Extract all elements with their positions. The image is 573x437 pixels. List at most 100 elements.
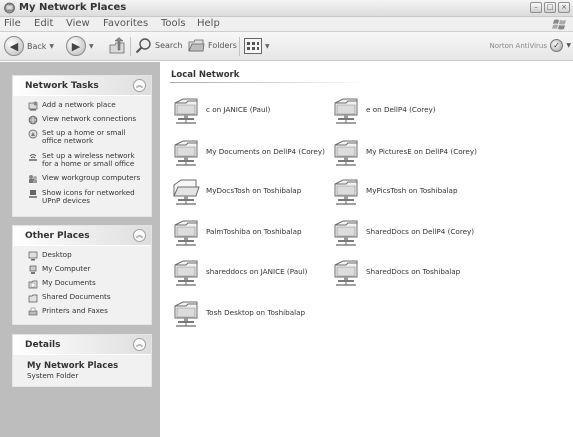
toolbar: ◀ Back ▼ ▶ ▼ Search Folders ▼ Norton Ant… xyxy=(0,32,573,61)
search-button[interactable]: Search xyxy=(135,37,182,54)
place-my-documents[interactable]: My Documents xyxy=(28,279,96,289)
collapse-chevron-icon[interactable]: ︽ xyxy=(133,229,146,242)
place-shared-documents[interactable]: Shared Documents xyxy=(28,293,111,303)
task-label: Set up a wireless network for a home or … xyxy=(42,151,135,168)
norton-dropdown-icon[interactable]: ▼ xyxy=(566,42,571,49)
network-share-icon xyxy=(334,220,358,246)
network-share-item[interactable]: PalmToshiba on Toshibalap xyxy=(172,216,302,246)
close-button[interactable]: × xyxy=(558,2,570,13)
share-label: My PicturesE on DellP4 (Corey) xyxy=(366,146,477,156)
minimize-button[interactable]: – xyxy=(530,2,542,13)
network-share-item[interactable]: Tosh Desktop on Toshibalap xyxy=(172,297,305,327)
add-network-place-icon xyxy=(28,101,38,111)
network-share-icon xyxy=(334,260,358,286)
network-share-icon xyxy=(174,260,198,286)
network-share-item[interactable]: shareddocs on JANICE (Paul) xyxy=(172,256,308,286)
details-item-name: My Network Places xyxy=(27,361,119,371)
task-view-network-connections[interactable]: View network connections xyxy=(28,115,136,125)
network-tasks-panel: Network Tasks ︽ Add a network place View… xyxy=(12,75,152,217)
norton-antivirus-icon[interactable]: ✓ xyxy=(550,39,563,52)
share-label: My Documents on DellP4 (Corey) xyxy=(206,146,325,156)
my-computer-icon xyxy=(29,265,37,274)
section-divider xyxy=(170,82,370,83)
collapse-chevron-icon[interactable]: ︽ xyxy=(133,338,146,351)
network-share-item[interactable]: c on JANICE (Paul) xyxy=(172,94,270,124)
details-item-type: System Folder xyxy=(27,371,79,380)
network-share-item[interactable]: My PicturesE on DellP4 (Corey) xyxy=(332,136,477,166)
other-places-title: Other Places xyxy=(25,231,90,241)
network-share-icon xyxy=(174,98,198,124)
task-show-upnp[interactable]: Show icons for networked UPnP devices xyxy=(28,189,140,205)
search-icon xyxy=(135,38,151,54)
menu-help[interactable]: Help xyxy=(197,18,220,29)
network-share-item[interactable]: My Documents on DellP4 (Corey) xyxy=(172,136,325,166)
wireless-network-icon xyxy=(29,154,37,161)
network-share-icon xyxy=(334,98,358,124)
share-label: MyPicsTosh on Toshibalap xyxy=(366,185,458,195)
menu-view[interactable]: View xyxy=(66,18,90,29)
menu-edit[interactable]: Edit xyxy=(34,18,53,29)
norton-antivirus-label[interactable]: Norton AntiVirus xyxy=(489,42,547,50)
folders-label: Folders xyxy=(208,41,237,50)
place-my-computer[interactable]: My Computer xyxy=(28,265,90,275)
task-home-network[interactable]: Set up a home or small office network xyxy=(28,129,138,145)
back-dropdown-icon[interactable]: ▼ xyxy=(49,43,54,50)
place-desktop[interactable]: Desktop xyxy=(28,251,72,261)
share-label: Tosh Desktop on Toshibalap xyxy=(206,307,306,317)
network-connections-icon xyxy=(28,115,38,125)
task-label: Set up a home or small office network xyxy=(42,128,126,145)
task-wireless-network[interactable]: Set up a wireless network for a home or … xyxy=(28,152,140,168)
workgroup-icon xyxy=(29,175,37,183)
other-places-header[interactable]: Other Places ︽ xyxy=(13,226,151,246)
collapse-chevron-icon[interactable]: ︽ xyxy=(133,79,146,92)
network-share-item[interactable]: SharedDocs on Toshibalap xyxy=(332,256,460,286)
search-label: Search xyxy=(155,41,183,50)
task-add-network-place[interactable]: Add a network place xyxy=(28,101,116,111)
views-dropdown-icon: ▼ xyxy=(265,42,270,50)
title-bar[interactable]: My Network Places – □ × xyxy=(0,0,573,17)
network-tasks-header[interactable]: Network Tasks ︽ xyxy=(13,76,151,96)
share-label: e on DellP4 (Corey) xyxy=(366,104,436,114)
shared-documents-icon xyxy=(28,294,38,303)
main-content: Local Network c on JANICE (Paul) e on De… xyxy=(160,62,573,437)
network-share-item[interactable]: MyPicsTosh on Toshibalap xyxy=(332,175,458,205)
details-header[interactable]: Details ︽ xyxy=(13,335,151,355)
place-label: Desktop xyxy=(42,250,72,259)
network-share-item[interactable]: e on DellP4 (Corey) xyxy=(332,94,436,124)
place-printers-faxes[interactable]: Printers and Faxes xyxy=(28,307,108,317)
menu-favorites[interactable]: Favorites xyxy=(103,18,148,29)
network-share-item[interactable]: MyDocsTosh on Toshibalap xyxy=(172,175,301,205)
details-title: Details xyxy=(25,340,61,350)
windows-logo-icon xyxy=(552,19,566,30)
place-label: My Computer xyxy=(42,264,91,273)
share-label: c on JANICE (Paul) xyxy=(206,104,271,114)
menu-file[interactable]: File xyxy=(4,18,21,29)
folders-icon xyxy=(188,39,205,52)
network-share-icon xyxy=(174,301,198,327)
task-label: Add a network place xyxy=(42,100,116,109)
maximize-button[interactable]: □ xyxy=(544,2,556,13)
share-label: SharedDocs on Toshibalap xyxy=(366,266,461,276)
network-places-icon xyxy=(4,2,15,14)
task-pane: Network Tasks ︽ Add a network place View… xyxy=(0,62,160,437)
my-documents-icon xyxy=(28,280,38,289)
menu-tools[interactable]: Tools xyxy=(161,18,186,29)
share-label: MyDocsTosh on Toshibalap xyxy=(206,185,302,195)
task-view-workgroup[interactable]: View workgroup computers xyxy=(28,174,140,184)
other-places-panel: Other Places ︽ Desktop My Computer My Do… xyxy=(12,225,152,325)
network-tasks-title: Network Tasks xyxy=(25,81,99,91)
network-share-item[interactable]: SharedDocs on DellP4 (Corey) xyxy=(332,216,474,246)
forward-button[interactable]: ▶ ▼ xyxy=(66,36,94,56)
task-label: Show icons for networked UPnP devices xyxy=(42,188,135,205)
network-share-icon xyxy=(334,140,358,166)
views-button[interactable]: ▼ xyxy=(244,38,270,54)
printer-icon xyxy=(28,307,38,316)
window-title: My Network Places xyxy=(19,2,127,13)
back-button[interactable]: ◀ Back ▼ xyxy=(4,36,54,56)
details-panel: Details ︽ My Network Places System Folde… xyxy=(12,334,152,387)
back-label: Back xyxy=(27,41,47,51)
up-folder-button[interactable] xyxy=(108,37,126,55)
network-share-icon xyxy=(334,179,358,205)
forward-dropdown-icon[interactable]: ▼ xyxy=(89,43,94,50)
folders-button[interactable]: Folders xyxy=(188,37,237,54)
